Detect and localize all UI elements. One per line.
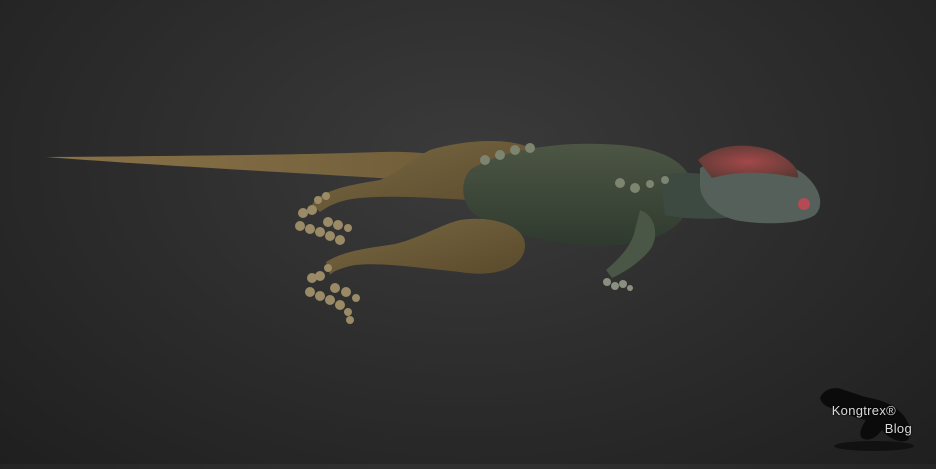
- watermark: Kongtrex® Blog: [812, 368, 922, 452]
- watermark-blog: Blog: [884, 421, 912, 436]
- lower-leg: [326, 218, 525, 275]
- snout-tip: [798, 198, 810, 210]
- render-scene: Kongtrex® Blog: [0, 0, 936, 464]
- lower-foot: [305, 264, 360, 324]
- watermark-brand: Kongtrex®: [831, 403, 896, 418]
- dinosaur-render: [46, 140, 821, 324]
- hand: [603, 278, 633, 291]
